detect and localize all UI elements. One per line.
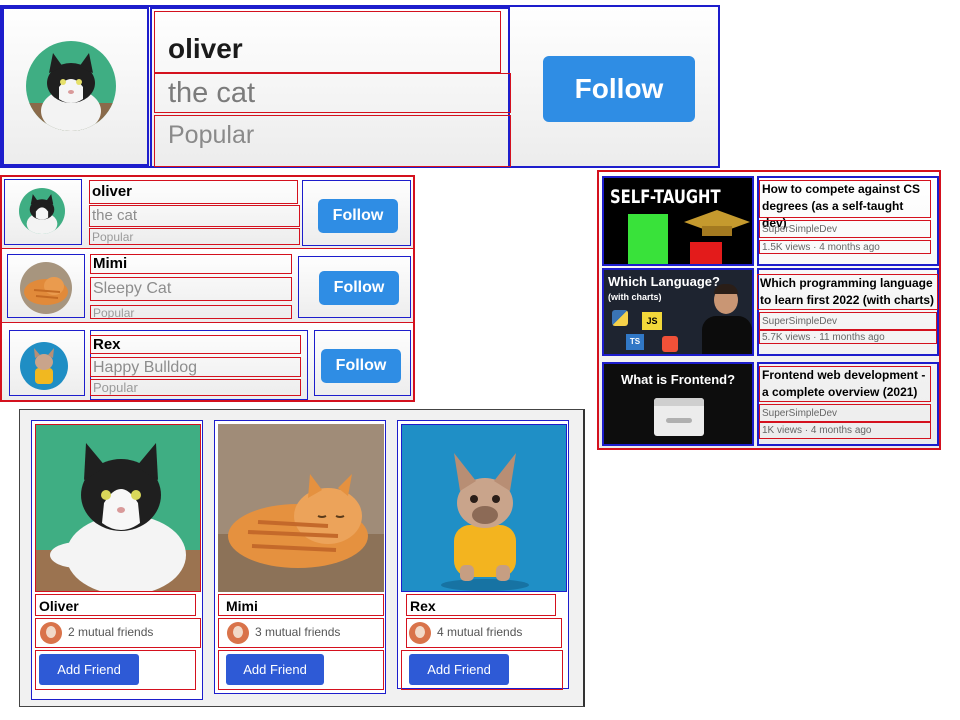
list-item: Rex Happy Bulldog Popular Follow xyxy=(2,325,413,400)
friend-photo xyxy=(218,424,384,592)
friend-photo xyxy=(401,424,567,592)
video-stats: 1K views · 4 months ago xyxy=(759,422,931,439)
video-title[interactable]: How to compete against CS degrees (as a … xyxy=(759,180,931,230)
add-friend-frame: Add Friend xyxy=(401,650,563,690)
add-friend-frame: Add Friend xyxy=(218,650,384,690)
video-stats: 5.7K views · 11 months ago xyxy=(759,330,937,344)
avatar xyxy=(20,262,72,314)
mutual-friends-row: 3 mutual friends xyxy=(218,618,384,648)
video-info: Frontend web development - a complete ov… xyxy=(757,362,939,446)
friend-card: Oliver 2 mutual friends Add Friend xyxy=(31,420,203,700)
presenter xyxy=(700,282,752,354)
mutual-friends-row: 2 mutual friends xyxy=(35,618,201,648)
item-name: Mimi xyxy=(90,254,292,274)
video-channel[interactable]: SuperSimpleDev xyxy=(759,404,931,422)
follow-button[interactable]: Follow xyxy=(543,56,695,122)
big-text-group: oliver the cat Popular xyxy=(150,7,511,168)
big-avatar-frame xyxy=(2,7,149,166)
browser-window-icon xyxy=(654,398,704,436)
chart-bar-green xyxy=(628,214,668,264)
graduation-cap-icon xyxy=(684,210,750,236)
item-subtitle: Sleepy Cat xyxy=(90,277,292,301)
follow-button-frame: Follow xyxy=(298,256,411,318)
profile-tag: Popular xyxy=(154,115,511,167)
python-icon xyxy=(612,310,628,326)
video-title[interactable]: Frontend web development - a complete ov… xyxy=(759,366,931,402)
follow-button[interactable]: Follow xyxy=(319,271,399,305)
item-tag: Popular xyxy=(90,305,292,319)
friend-suggestions: Oliver 2 mutual friends Add Friend Mimi xyxy=(19,409,585,707)
add-friend-button[interactable]: Add Friend xyxy=(409,654,509,685)
video-thumbnail[interactable]: What is Frontend? xyxy=(602,362,754,446)
avatar-frame xyxy=(7,254,85,318)
friend-name[interactable]: Oliver xyxy=(35,594,196,616)
avatar xyxy=(19,188,65,234)
item-subtitle: Happy Bulldog xyxy=(90,357,301,377)
video-thumbnail[interactable]: SELF-TAUGHT xyxy=(602,176,754,266)
mutual-friends-count: 3 mutual friends xyxy=(255,625,341,639)
list-item: Mimi Sleepy Cat Popular Follow xyxy=(2,251,413,323)
mutual-friends-count: 4 mutual friends xyxy=(437,625,523,639)
video-thumbnail[interactable]: Which Language? (with charts) JS TS xyxy=(602,268,754,356)
thumbnail-subtitle: (with charts) xyxy=(608,292,662,302)
avatar xyxy=(20,342,68,390)
video-info: Which programming language to learn firs… xyxy=(757,268,939,356)
swift-icon xyxy=(662,336,678,352)
thumbnail-title: What is Frontend? xyxy=(620,372,736,387)
item-name: Rex xyxy=(90,335,301,354)
video-channel[interactable]: SuperSimpleDev xyxy=(759,220,931,238)
friend-name[interactable]: Rex xyxy=(406,594,556,616)
video-channel[interactable]: SuperSimpleDev xyxy=(759,312,937,330)
add-friend-button[interactable]: Add Friend xyxy=(226,654,324,685)
avatar xyxy=(26,41,116,131)
mutual-friend-avatar xyxy=(40,622,62,644)
mutual-friend-avatar xyxy=(227,622,249,644)
list-item: oliver the cat Popular Follow xyxy=(2,177,413,249)
follow-button[interactable]: Follow xyxy=(318,199,398,233)
mutual-friends-count: 2 mutual friends xyxy=(68,625,154,639)
thumbnail-title: SELF-TAUGHT xyxy=(610,186,721,208)
profile-name: oliver xyxy=(154,11,501,73)
js-badge: JS xyxy=(642,312,662,330)
follow-list: oliver the cat Popular Follow Mimi Sleep… xyxy=(0,175,415,402)
item-tag: Popular xyxy=(89,228,300,245)
follow-button-frame: Follow xyxy=(314,330,411,396)
mutual-friends-row: 4 mutual friends xyxy=(406,618,562,648)
mutual-friend-avatar xyxy=(409,622,431,644)
add-friend-frame: Add Friend xyxy=(35,650,196,690)
video-title[interactable]: Which programming language to learn firs… xyxy=(757,274,938,310)
friend-card: Rex 4 mutual friends Add Friend xyxy=(397,420,569,690)
friend-card: Mimi 3 mutual friends Add Friend xyxy=(214,420,386,694)
add-friend-button[interactable]: Add Friend xyxy=(39,654,139,685)
video-list: SELF-TAUGHT How to compete against CS de… xyxy=(597,170,941,450)
friend-photo xyxy=(35,424,201,592)
follow-button[interactable]: Follow xyxy=(321,349,401,383)
avatar-frame xyxy=(9,330,85,396)
item-tag: Popular xyxy=(90,379,301,396)
friend-name[interactable]: Mimi xyxy=(218,594,384,616)
chart-bar-red xyxy=(690,242,722,264)
video-stats: 1.5K views · 4 months ago xyxy=(759,240,931,254)
ts-badge: TS xyxy=(626,334,644,350)
big-profile-card: oliver the cat Popular Follow xyxy=(0,5,720,168)
avatar-frame xyxy=(4,179,82,245)
profile-subtitle: the cat xyxy=(154,73,511,113)
item-name: oliver xyxy=(89,180,298,204)
follow-button-frame: Follow xyxy=(302,180,411,246)
video-info: How to compete against CS degrees (as a … xyxy=(757,176,939,266)
item-subtitle: the cat xyxy=(89,205,300,227)
